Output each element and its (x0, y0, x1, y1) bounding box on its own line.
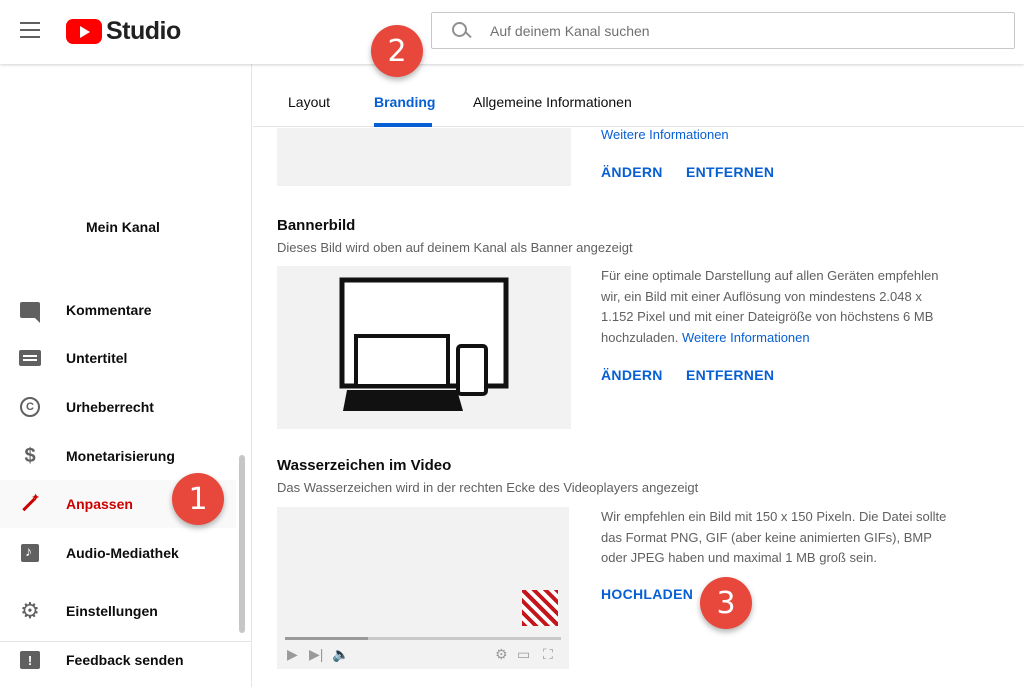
sidebar-item-audio-mediathek[interactable]: Audio-Mediathek (0, 529, 236, 577)
sidebar-item-label: Anpassen (66, 496, 133, 512)
main-content: Weitere Informationen ÄNDERN ENTFERNEN L… (253, 64, 1024, 687)
change-profile-button[interactable]: ÄNDERN (601, 164, 663, 180)
feedback-icon: ! (18, 648, 42, 672)
watermark-info: Wir empfehlen ein Bild mit 150 x 150 Pix… (601, 509, 947, 565)
tab-layout[interactable]: Layout (288, 94, 330, 110)
more-info-link[interactable]: Weitere Informationen (601, 127, 729, 142)
sidebar-item-label: Einstellungen (66, 603, 158, 619)
sidebar-item-label: Kommentare (66, 302, 152, 318)
subtitles-icon (18, 346, 42, 370)
watermark-placeholder-icon (522, 590, 558, 626)
banner-preview (277, 266, 571, 429)
sidebar-item-label: Monetarisierung (66, 448, 175, 464)
sidebar-item-kommentare[interactable]: Kommentare (0, 286, 236, 334)
banner-description: Dieses Bild wird oben auf deinem Kanal a… (277, 240, 633, 255)
sidebar: Mein Kanal Kommentare Untertitel C Urheb… (0, 64, 252, 687)
sidebar-item-label: Untertitel (66, 350, 128, 366)
menu-icon[interactable] (20, 22, 40, 38)
watermark-title: Wasserzeichen im Video (277, 457, 452, 474)
dollar-icon: $ (24, 444, 36, 467)
watermark-player-preview: ▶ ▶| 🔈 ⚙ ▭ ⛶ (277, 507, 569, 669)
tab-bar: Layout Branding Allgemeine Informationen (253, 64, 1024, 127)
fullscreen-icon: ⛶ (543, 646, 553, 662)
audio-library-icon (18, 541, 42, 565)
sidebar-item-label: Audio-Mediathek (66, 545, 179, 561)
devices-illustration-icon (339, 277, 509, 411)
profile-picture-preview (277, 128, 571, 186)
annotation-marker-2: 2 (371, 25, 423, 77)
studio-logo[interactable]: Studio (66, 17, 181, 46)
sidebar-item-feedback[interactable]: ! Feedback senden (0, 636, 236, 684)
sidebar-item-urheberrecht[interactable]: C Urheberrecht (0, 383, 236, 431)
youtube-logo-icon (66, 19, 102, 44)
sidebar-item-untertitel[interactable]: Untertitel (0, 334, 236, 382)
banner-more-info-link[interactable]: Weitere Informationen (682, 330, 810, 345)
player-progress-fill (285, 637, 368, 640)
search-input[interactable] (490, 22, 990, 39)
volume-icon: 🔈 (332, 646, 350, 662)
watermark-description: Das Wasserzeichen wird in der rechten Ec… (277, 480, 699, 495)
annotation-marker-1: 1 (172, 473, 224, 525)
active-tab-indicator (374, 123, 432, 127)
player-progress-bar (285, 637, 561, 640)
search-box[interactable] (431, 12, 1015, 49)
annotation-marker-3: 3 (700, 577, 752, 629)
search-icon[interactable] (446, 13, 486, 49)
sidebar-item-einstellungen[interactable]: ⚙ Einstellungen (0, 587, 236, 635)
sidebar-scrollbar[interactable] (239, 455, 245, 633)
channel-name[interactable]: Mein Kanal (86, 219, 160, 235)
remove-profile-button[interactable]: ENTFERNEN (686, 164, 774, 180)
play-icon: ▶ (287, 646, 298, 662)
sidebar-item-label: Urheberrecht (66, 399, 154, 415)
next-icon: ▶| (309, 646, 324, 662)
theater-mode-icon: ▭ (517, 646, 531, 662)
logo-text: Studio (106, 17, 181, 45)
remove-banner-button[interactable]: ENTFERNEN (686, 367, 774, 383)
banner-title: Bannerbild (277, 217, 356, 234)
top-header: Studio (0, 0, 1024, 64)
comment-icon (18, 298, 42, 323)
tab-general-info[interactable]: Allgemeine Informationen (473, 94, 632, 110)
copyright-icon: C (18, 395, 42, 419)
tab-branding[interactable]: Branding (374, 94, 435, 110)
upload-watermark-button[interactable]: HOCHLADEN (601, 586, 693, 602)
change-banner-button[interactable]: ÄNDERN (601, 367, 663, 383)
sidebar-item-label: Feedback senden (66, 652, 184, 668)
magic-wand-icon (18, 491, 42, 516)
banner-info: Für eine optimale Darstellung auf allen … (601, 266, 951, 348)
settings-icon: ⚙ (495, 646, 508, 662)
gear-icon: ⚙ (20, 598, 40, 623)
